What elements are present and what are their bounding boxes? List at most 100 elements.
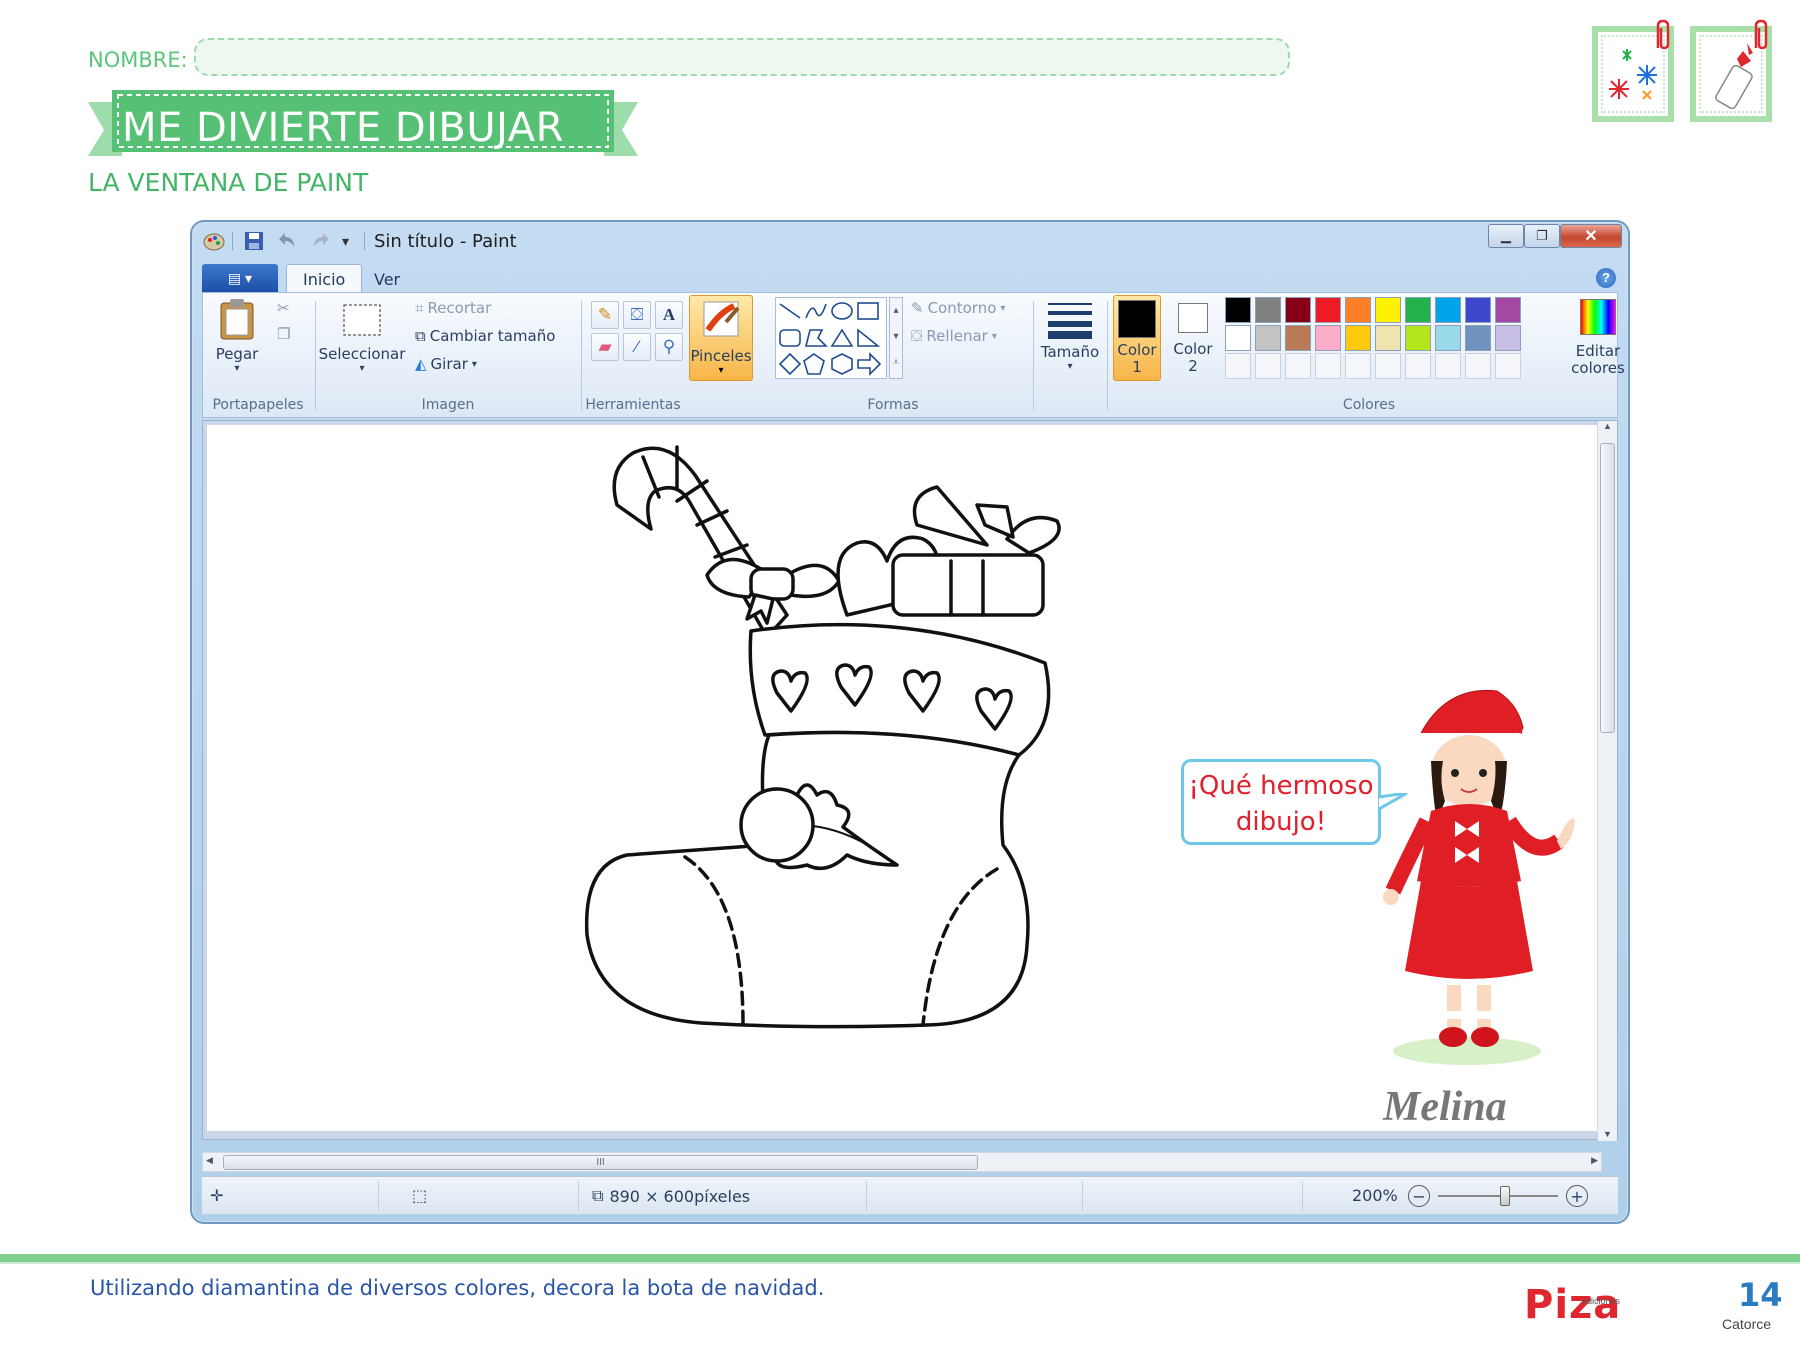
edit-colors-button[interactable]: Editar colores bbox=[1567, 297, 1629, 377]
color-swatch[interactable] bbox=[1255, 297, 1281, 323]
color-swatch[interactable] bbox=[1315, 325, 1341, 351]
color-swatch[interactable] bbox=[1375, 325, 1401, 351]
color-swatch[interactable] bbox=[1435, 325, 1461, 351]
shapes-icons bbox=[778, 302, 882, 376]
copy-button[interactable]: ❐ bbox=[277, 325, 290, 343]
color-swatch[interactable] bbox=[1285, 325, 1311, 351]
color-swatch[interactable] bbox=[1405, 325, 1431, 351]
close-button[interactable]: ✕ bbox=[1560, 224, 1622, 248]
file-menu-button[interactable]: ▤ ▾ bbox=[202, 264, 278, 292]
cursor-position-icon: ✛ bbox=[210, 1186, 224, 1205]
name-field[interactable] bbox=[194, 38, 1290, 76]
custom-color-slot[interactable] bbox=[1465, 353, 1491, 379]
image-group-label: Imagen bbox=[421, 397, 475, 413]
custom-color-slot[interactable] bbox=[1375, 353, 1401, 379]
cut-button[interactable]: ✂ bbox=[277, 299, 290, 317]
vertical-scrollbar[interactable]: ▲ ▼ bbox=[1597, 421, 1617, 1141]
color-swatch[interactable] bbox=[1315, 297, 1341, 323]
image-size: ⧉ 890 × 600píxeles bbox=[592, 1186, 750, 1206]
save-icon[interactable] bbox=[244, 230, 264, 252]
custom-color-slot[interactable] bbox=[1285, 353, 1311, 379]
custom-color-slot[interactable] bbox=[1315, 353, 1341, 379]
tab-inicio[interactable]: Inicio bbox=[286, 264, 363, 294]
color-swatch[interactable] bbox=[1465, 325, 1491, 351]
page-number: 14 bbox=[1738, 1276, 1783, 1314]
custom-color-slot[interactable] bbox=[1405, 353, 1431, 379]
restore-icon: ❐ bbox=[1536, 228, 1548, 243]
shapes-scroll[interactable]: ▴ ▾ ⩡ bbox=[889, 297, 903, 379]
custom-color-slot[interactable] bbox=[1495, 353, 1521, 379]
minimize-button[interactable]: ▁ bbox=[1488, 224, 1524, 248]
fill-icon: ⛋ bbox=[911, 327, 923, 345]
color-swatch[interactable] bbox=[1465, 297, 1491, 323]
outline-button[interactable]: ✎ Contorno ▾ bbox=[911, 299, 1005, 317]
resize-button[interactable]: ⧉ Cambiar tamaño bbox=[415, 327, 555, 345]
color-swatch[interactable] bbox=[1285, 297, 1311, 323]
scroll-down-icon[interactable]: ▼ bbox=[1598, 1129, 1617, 1139]
color-swatch[interactable] bbox=[1345, 297, 1371, 323]
zoom-level: 200% bbox=[1352, 1186, 1398, 1205]
scroll-up-icon[interactable]: ▲ bbox=[1598, 421, 1617, 431]
crop-button[interactable]: ⌗ Recortar bbox=[415, 299, 491, 317]
footer-divider-light bbox=[0, 1262, 1800, 1264]
color2-button[interactable]: Color 2 bbox=[1169, 295, 1217, 381]
color1-swatch bbox=[1118, 300, 1156, 338]
scroll-left-icon[interactable]: ◀ bbox=[206, 1155, 213, 1166]
text-tool[interactable]: A bbox=[655, 301, 683, 329]
color-swatch[interactable] bbox=[1345, 325, 1371, 351]
custom-color-slot[interactable] bbox=[1225, 353, 1251, 379]
color-swatch[interactable] bbox=[1225, 297, 1251, 323]
title-bar: ▾ Sin título - Paint ▁ ❐ ✕ bbox=[192, 222, 1628, 260]
size-button[interactable]: Tamaño ▾ bbox=[1037, 299, 1103, 372]
horizontal-scrollbar[interactable]: ◀ III ▶ bbox=[202, 1152, 1602, 1172]
color-swatch[interactable] bbox=[1495, 325, 1521, 351]
rotate-button[interactable]: ◭ Girar ▾ bbox=[415, 355, 477, 373]
color-swatch[interactable] bbox=[1435, 297, 1461, 323]
paste-button[interactable]: Pegar ▾ bbox=[209, 297, 265, 374]
color1-button[interactable]: Color 1 bbox=[1113, 295, 1161, 381]
color-swatch[interactable] bbox=[1225, 325, 1251, 351]
paint-app-icon[interactable] bbox=[202, 230, 226, 252]
pencil-tool[interactable]: ✎ bbox=[591, 301, 619, 329]
drawing-canvas[interactable]: ¡Qué hermoso dibujo! Melina bbox=[207, 425, 1607, 1131]
color-swatch[interactable] bbox=[1255, 325, 1281, 351]
zoom-out-button[interactable]: − bbox=[1408, 1185, 1430, 1207]
page-title: ME DIVIERTE DIBUJAR bbox=[122, 105, 564, 151]
fill-tool[interactable]: ⛋ bbox=[623, 301, 651, 329]
color-swatch[interactable] bbox=[1405, 297, 1431, 323]
custom-color-slot[interactable] bbox=[1255, 353, 1281, 379]
brushes-button[interactable]: Pinceles ▾ bbox=[689, 295, 753, 381]
select-button[interactable]: Seleccionar ▾ bbox=[317, 301, 407, 374]
redo-icon[interactable] bbox=[310, 230, 330, 252]
girl-character-illustration bbox=[1383, 689, 1575, 1065]
customize-quick-access-icon[interactable]: ▾ bbox=[342, 230, 349, 252]
rotate-label: Girar bbox=[430, 355, 468, 373]
custom-color-slot[interactable] bbox=[1435, 353, 1461, 379]
help-icon[interactable]: ? bbox=[1596, 268, 1616, 288]
copy-icon: ❐ bbox=[277, 325, 291, 343]
zoom-slider-track[interactable] bbox=[1438, 1195, 1558, 1197]
color-swatch[interactable] bbox=[1375, 297, 1401, 323]
undo-icon[interactable] bbox=[278, 230, 298, 252]
fill-label: Rellenar bbox=[926, 327, 988, 345]
color-swatch[interactable] bbox=[1495, 297, 1521, 323]
paperclip-icon bbox=[1754, 19, 1768, 50]
custom-color-slot[interactable] bbox=[1345, 353, 1371, 379]
tools-group: ✎ ⛋ A ▰ ⁄ ⚲ Herramientas bbox=[583, 293, 683, 417]
zoom-slider-thumb[interactable] bbox=[1500, 1186, 1510, 1206]
scroll-right-icon[interactable]: ▶ bbox=[1591, 1155, 1598, 1166]
shapes-gallery[interactable] bbox=[775, 297, 887, 379]
image-size-icon: ⧉ bbox=[592, 1186, 604, 1205]
magnifier-tool[interactable]: ⚲ bbox=[655, 333, 683, 361]
fill-button[interactable]: ⛋ Rellenar ▾ bbox=[911, 327, 997, 345]
tab-ver[interactable]: Ver bbox=[358, 264, 416, 294]
zoom-in-button[interactable]: + bbox=[1566, 1185, 1588, 1207]
select-rectangle-icon bbox=[343, 304, 381, 336]
color2-swatch bbox=[1178, 303, 1208, 333]
color-picker-tool[interactable]: ⁄ bbox=[623, 333, 651, 361]
horizontal-scroll-thumb[interactable]: III bbox=[223, 1155, 978, 1170]
vertical-scroll-thumb[interactable] bbox=[1600, 443, 1615, 733]
maximize-button[interactable]: ❐ bbox=[1524, 224, 1560, 248]
minimize-icon: ▁ bbox=[1501, 228, 1511, 243]
eraser-tool[interactable]: ▰ bbox=[591, 333, 619, 361]
